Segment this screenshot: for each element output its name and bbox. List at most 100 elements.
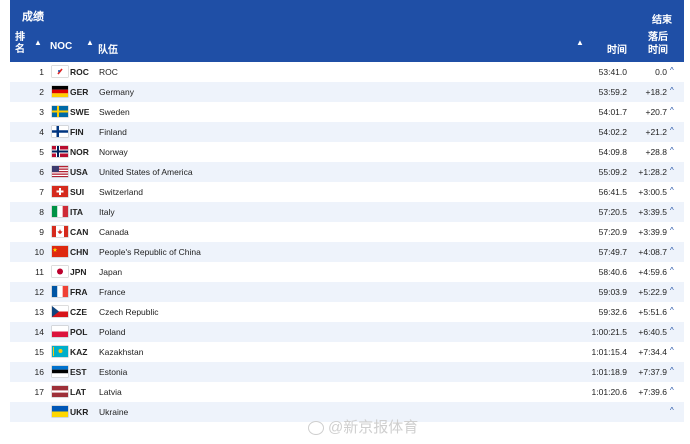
team-name-cell[interactable]: France (99, 287, 125, 297)
table-row[interactable]: 8 ITA Italy 57:20.5 +3:39.5 ^ (10, 202, 684, 222)
time-behind-cell: +4:59.6 (638, 267, 667, 277)
weibo-logo-icon (308, 421, 324, 436)
table-row[interactable]: 4 FIN Finland 54:02.2 +21.2 ^ (10, 122, 684, 142)
time-behind-cell: +4:08.7 (638, 247, 667, 257)
table-row[interactable]: 5 NOR Norway 54:09.8 +28.8 ^ (10, 142, 684, 162)
chevron-up-icon[interactable]: ^ (670, 286, 674, 295)
chevron-up-icon[interactable]: ^ (670, 66, 674, 75)
time-cell: 1:00:21.5 (591, 327, 627, 337)
team-name-cell[interactable]: Germany (99, 87, 134, 97)
chevron-up-icon[interactable]: ^ (670, 266, 674, 275)
chevron-up-icon[interactable]: ^ (670, 366, 674, 375)
nor-flag-icon (52, 146, 68, 157)
table-row[interactable]: 3 SWE Sweden 54:01.7 +20.7 ^ (10, 102, 684, 122)
team-name-cell[interactable]: Japan (99, 267, 122, 277)
col-team-header[interactable]: 队伍 (98, 41, 118, 56)
rank-cell: 2 (39, 87, 44, 97)
sort-caret-icon[interactable]: ▲ (34, 38, 42, 47)
kaz-flag-icon (52, 346, 68, 357)
time-behind-cell: +6:40.5 (638, 327, 667, 337)
table-row[interactable]: 9 CAN Canada 57:20.9 +3:39.9 ^ (10, 222, 684, 242)
table-row[interactable]: 16 EST Estonia 1:01:18.9 +7:37.9 ^ (10, 362, 684, 382)
watermark-text: @新京报体育 (328, 419, 419, 436)
team-name-cell[interactable]: Finland (99, 127, 127, 137)
chevron-up-icon[interactable]: ^ (670, 186, 674, 195)
chevron-up-icon[interactable]: ^ (670, 166, 674, 175)
chevron-up-icon[interactable]: ^ (670, 126, 674, 135)
team-name-cell[interactable]: Estonia (99, 367, 127, 377)
team-name-cell[interactable]: Poland (99, 327, 125, 337)
time-behind-cell: 0.0 (655, 67, 667, 77)
team-name-cell[interactable]: Kazakhstan (99, 347, 143, 357)
col-time-header[interactable]: 时间 (607, 41, 627, 56)
table-row[interactable]: 7 SUI Switzerland 56:41.5 +3:00.5 ^ (10, 182, 684, 202)
team-name-cell[interactable]: Switzerland (99, 187, 143, 197)
team-name-cell[interactable]: Norway (99, 147, 128, 157)
col-behind-header[interactable]: 落后时间 (646, 31, 670, 57)
table-row[interactable]: 12 FRA France 59:03.9 +5:22.9 ^ (10, 282, 684, 302)
sort-caret-icon[interactable]: ▲ (576, 38, 584, 47)
time-cell: 59:03.9 (598, 287, 627, 297)
rank-cell: 17 (34, 387, 44, 397)
table-row[interactable]: 11 JPN Japan 58:40.6 +4:59.6 ^ (10, 262, 684, 282)
chevron-up-icon[interactable]: ^ (670, 86, 674, 95)
noc-cell: CZE (70, 307, 87, 317)
fra-flag-icon (52, 286, 68, 297)
team-name-cell[interactable]: United States of America (99, 167, 193, 177)
table-row[interactable]: 15 KAZ Kazakhstan 1:01:15.4 +7:34.4 ^ (10, 342, 684, 362)
time-behind-cell: +3:39.9 (638, 227, 667, 237)
team-name-cell[interactable]: Latvia (99, 387, 122, 397)
chevron-up-icon[interactable]: ^ (670, 106, 674, 115)
results-header: 成绩 结束 排名 ▲ NOC ▲ 队伍 ▲ 时间 落后时间 (10, 0, 684, 62)
team-name-cell[interactable]: Italy (99, 207, 115, 217)
time-cell: 58:40.6 (598, 267, 627, 277)
noc-cell: EST (70, 367, 87, 377)
team-name-cell[interactable]: Canada (99, 227, 129, 237)
table-row[interactable]: 10 CHN People's Republic of China 57:49.7 +4… (10, 242, 684, 262)
chevron-up-icon[interactable]: ^ (670, 246, 674, 255)
chevron-up-icon[interactable]: ^ (670, 226, 674, 235)
team-name-cell[interactable]: Sweden (99, 107, 130, 117)
rank-cell: 14 (34, 327, 44, 337)
noc-cell: CHN (70, 247, 89, 257)
table-row[interactable]: 2 GER Germany 53:59.2 +18.2 ^ (10, 82, 684, 102)
chevron-up-icon[interactable]: ^ (670, 346, 674, 355)
time-behind-cell: +5:51.6 (638, 307, 667, 317)
table-row[interactable]: 14 POL Poland 1:00:21.5 +6:40.5 ^ (10, 322, 684, 342)
table-row[interactable]: 1 ROC ROC 53:41.0 0.0 ^ (10, 62, 684, 82)
noc-cell: LAT (70, 387, 86, 397)
chevron-up-icon[interactable]: ^ (670, 206, 674, 215)
col-rank-header[interactable]: 排名 (14, 32, 26, 56)
chevron-up-icon[interactable]: ^ (670, 306, 674, 315)
noc-cell: FRA (70, 287, 88, 297)
team-name-cell[interactable]: Czech Republic (99, 307, 159, 317)
team-name-cell[interactable]: Ukraine (99, 407, 128, 417)
time-cell: 56:41.5 (598, 187, 627, 197)
results-panel: 成绩 结束 排名 ▲ NOC ▲ 队伍 ▲ 时间 落后时间 1 ROC ROC 53:… (10, 0, 684, 422)
noc-cell: USA (70, 167, 88, 177)
team-name-cell[interactable]: People's Republic of China (99, 247, 201, 257)
ita-flag-icon (52, 206, 68, 217)
rank-cell: 9 (39, 227, 44, 237)
table-row[interactable]: 13 CZE Czech Republic 59:32.6 +5:51.6 ^ (10, 302, 684, 322)
col-noc-header[interactable]: NOC (50, 41, 72, 52)
est-flag-icon (52, 366, 68, 377)
results-table-body: 1 ROC ROC 53:41.0 0.0 ^ 2 GER Germany 53:59.2 +18.… (10, 62, 684, 422)
table-row[interactable]: 6 USA United States of America 55:09.2 +1:28… (10, 162, 684, 182)
chevron-up-icon[interactable]: ^ (670, 406, 674, 415)
time-behind-cell: +3:00.5 (638, 187, 667, 197)
watermark: @新京报体育 (308, 416, 418, 437)
chevron-up-icon[interactable]: ^ (670, 326, 674, 335)
column-headers: 排名 ▲ NOC ▲ 队伍 ▲ 时间 落后时间 (10, 30, 684, 62)
chevron-up-icon[interactable]: ^ (670, 386, 674, 395)
sort-caret-icon[interactable]: ▲ (86, 38, 94, 47)
noc-cell: NOR (70, 147, 89, 157)
sui-flag-icon (52, 186, 68, 197)
team-name-cell[interactable]: ROC (99, 67, 118, 77)
chevron-up-icon[interactable]: ^ (670, 146, 674, 155)
time-behind-cell: +18.2 (645, 87, 667, 97)
table-row[interactable]: 17 LAT Latvia 1:01:20.6 +7:39.6 ^ (10, 382, 684, 402)
panel-title: 成绩 (22, 11, 44, 23)
rank-cell: 15 (34, 347, 44, 357)
usa-flag-icon (52, 166, 68, 177)
